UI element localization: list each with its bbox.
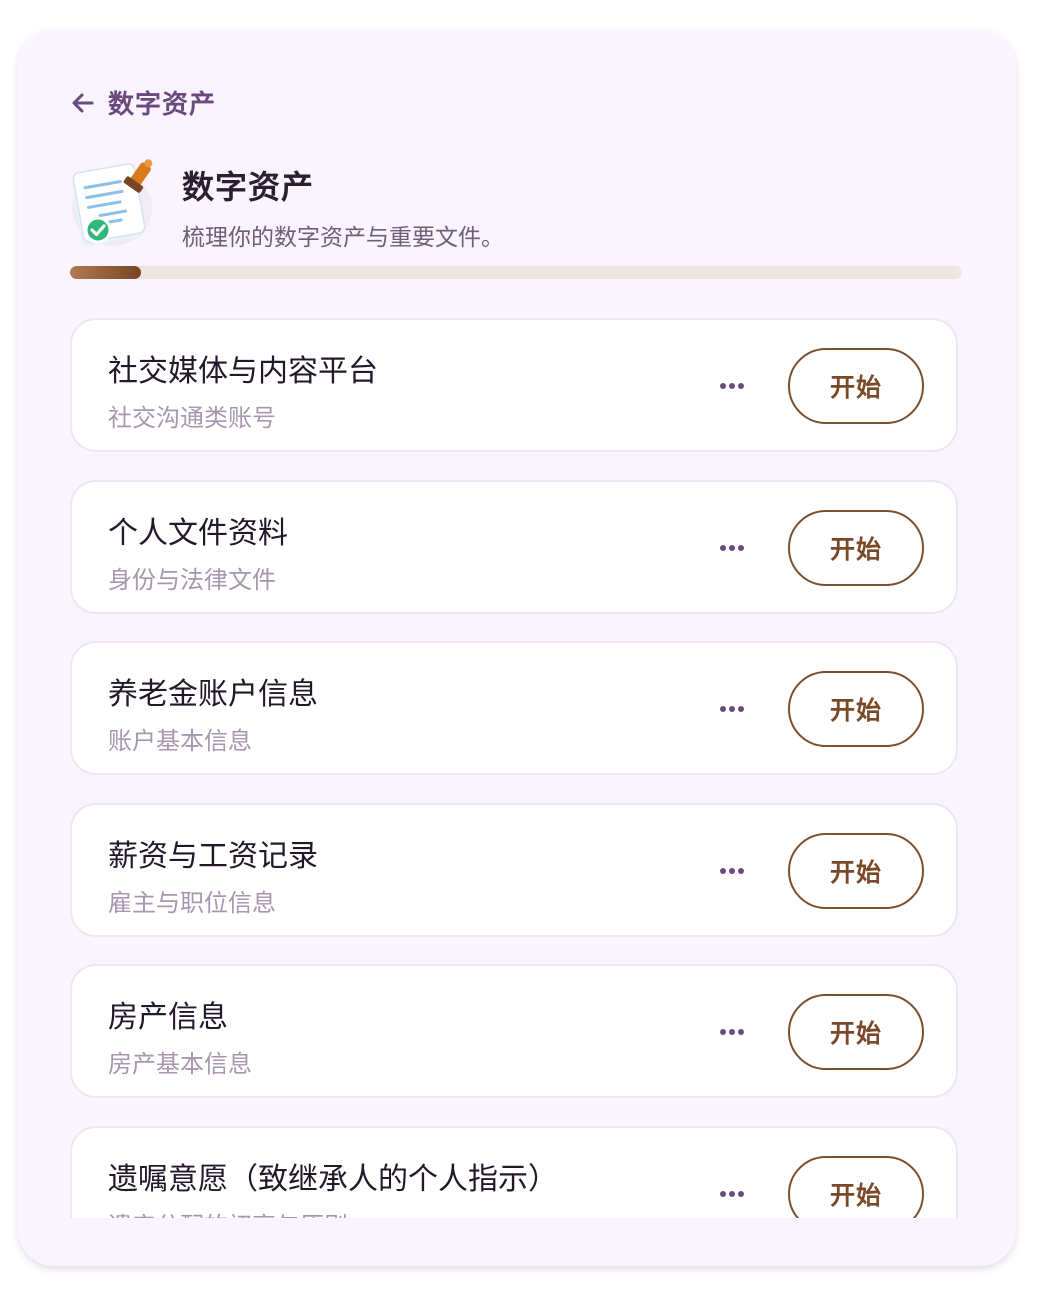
item-subtitle: 账户基本信息: [108, 727, 252, 755]
start-button[interactable]: 开始: [788, 671, 924, 747]
item-title: 薪资与工资记录: [108, 839, 318, 874]
more-horizontal-icon[interactable]: [718, 1180, 746, 1208]
page-title: 数字资产: [182, 168, 315, 206]
more-horizontal-icon[interactable]: [718, 857, 746, 885]
document-stamp-icon: [71, 159, 153, 247]
start-button[interactable]: 开始: [788, 833, 924, 909]
progress-bar: [70, 266, 962, 279]
more-horizontal-icon[interactable]: [718, 534, 746, 562]
more-horizontal-icon[interactable]: [718, 372, 746, 400]
item-subtitle: 身份与法律文件: [108, 566, 276, 594]
more-horizontal-icon[interactable]: [718, 1018, 746, 1046]
back-label: 数字资产: [108, 90, 217, 120]
item-title: 社交媒体与内容平台: [108, 354, 378, 389]
item-subtitle: 社交沟通类账号: [108, 404, 276, 432]
start-button[interactable]: 开始: [788, 994, 924, 1070]
item-title: 房产信息: [108, 1000, 228, 1035]
item-subtitle: 雇主与职位信息: [108, 889, 276, 917]
page-subtitle: 梳理你的数字资产与重要文件。: [182, 225, 504, 251]
item-title: 养老金账户信息: [108, 677, 318, 712]
category-list: 社交媒体与内容平台 社交沟通类账号 开始 个人文件资料 身份与法律文件 开始 养…: [70, 318, 964, 1218]
progress-fill: [70, 266, 142, 279]
arrow-left-icon: [72, 93, 94, 112]
digital-assets-card: 数字资产 数字资产 梳理你的数字资产与重要文件。 社交媒体与内容平台 社交沟通类…: [18, 30, 1016, 1266]
item-title: 遗嘱意愿（致继承人的个人指示）: [108, 1162, 558, 1197]
start-button[interactable]: 开始: [788, 348, 924, 424]
item-subtitle: 遗产分配的初衷与原则: [108, 1206, 348, 1218]
list-item[interactable]: 薪资与工资记录 雇主与职位信息 开始: [70, 803, 958, 937]
list-item[interactable]: 遗嘱意愿（致继承人的个人指示） 遗产分配的初衷与原则 开始: [70, 1126, 958, 1218]
item-subtitle: 房产基本信息: [108, 1050, 252, 1078]
more-horizontal-icon[interactable]: [718, 695, 746, 723]
list-item[interactable]: 养老金账户信息 账户基本信息 开始: [70, 641, 958, 775]
item-title: 个人文件资料: [108, 516, 288, 551]
list-item[interactable]: 社交媒体与内容平台 社交沟通类账号 开始: [70, 318, 958, 452]
list-item[interactable]: 房产信息 房产基本信息 开始: [70, 964, 958, 1098]
list-item[interactable]: 个人文件资料 身份与法律文件 开始: [70, 480, 958, 614]
start-button[interactable]: 开始: [788, 1156, 924, 1218]
back-button[interactable]: 数字资产: [70, 84, 216, 121]
start-button[interactable]: 开始: [788, 510, 924, 586]
